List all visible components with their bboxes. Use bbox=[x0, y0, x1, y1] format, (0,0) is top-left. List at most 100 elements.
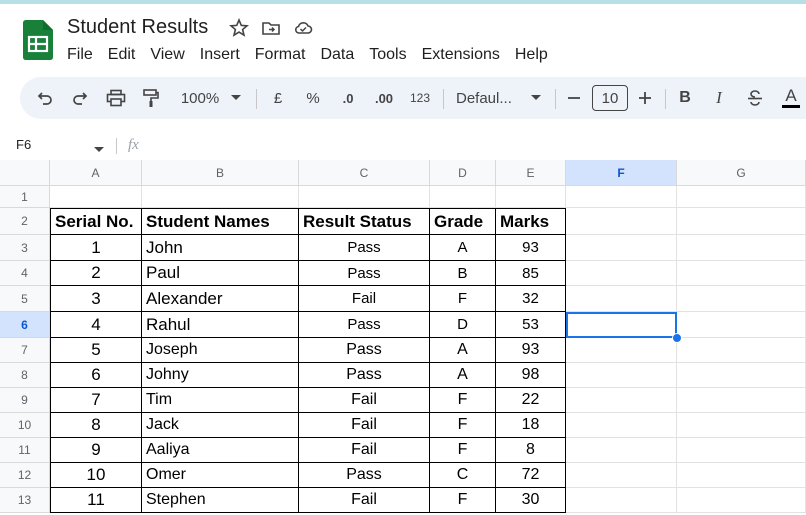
decrease-font-size-button[interactable] bbox=[565, 77, 583, 119]
table-cell[interactable]: F bbox=[430, 488, 496, 513]
table-cell[interactable]: 9 bbox=[50, 438, 142, 463]
move-folder-icon[interactable] bbox=[261, 18, 281, 38]
cell[interactable] bbox=[677, 235, 806, 261]
column-header-a[interactable]: A bbox=[50, 160, 142, 186]
cell[interactable] bbox=[566, 413, 677, 438]
column-header-c[interactable]: C bbox=[299, 160, 430, 186]
formula-input[interactable] bbox=[160, 134, 800, 156]
menu-file[interactable]: File bbox=[67, 46, 93, 64]
table-cell[interactable]: Pass bbox=[299, 463, 430, 488]
menu-format[interactable]: Format bbox=[255, 46, 306, 64]
cell[interactable] bbox=[677, 363, 806, 388]
cell[interactable] bbox=[566, 388, 677, 413]
print-icon[interactable] bbox=[104, 77, 128, 119]
menu-data[interactable]: Data bbox=[320, 46, 354, 64]
table-cell[interactable]: 30 bbox=[496, 488, 566, 513]
table-cell[interactable]: Stephen bbox=[142, 488, 299, 513]
column-header-g[interactable]: G bbox=[677, 160, 806, 186]
cell[interactable] bbox=[677, 413, 806, 438]
table-cell[interactable]: Pass bbox=[299, 312, 430, 338]
decrease-decimal-button[interactable]: .0 bbox=[335, 77, 361, 119]
table-header-cell[interactable]: Result Status bbox=[299, 208, 430, 235]
italic-button[interactable]: I bbox=[710, 77, 728, 119]
select-all-corner[interactable] bbox=[0, 160, 50, 186]
cell[interactable] bbox=[566, 338, 677, 363]
cell[interactable] bbox=[50, 186, 142, 208]
cell[interactable] bbox=[677, 338, 806, 363]
number-format-button[interactable]: 123 bbox=[407, 77, 433, 119]
table-cell[interactable]: 32 bbox=[496, 286, 566, 312]
cloud-status-icon[interactable] bbox=[293, 18, 313, 38]
cell[interactable] bbox=[566, 488, 677, 513]
table-cell[interactable]: 1 bbox=[50, 235, 142, 261]
cell[interactable] bbox=[566, 463, 677, 488]
table-cell[interactable]: A bbox=[430, 363, 496, 388]
menu-tools[interactable]: Tools bbox=[369, 46, 406, 64]
cell[interactable] bbox=[677, 208, 806, 235]
column-header-d[interactable]: D bbox=[430, 160, 496, 186]
table-cell[interactable]: F bbox=[430, 438, 496, 463]
table-cell[interactable]: 72 bbox=[496, 463, 566, 488]
table-cell[interactable]: 98 bbox=[496, 363, 566, 388]
currency-format-button[interactable]: £ bbox=[269, 77, 287, 119]
row-header-6[interactable]: 6 bbox=[0, 312, 50, 338]
cell[interactable] bbox=[677, 388, 806, 413]
table-cell[interactable]: F bbox=[430, 286, 496, 312]
cell[interactable] bbox=[496, 186, 566, 208]
percent-format-button[interactable]: % bbox=[302, 77, 324, 119]
row-header-8[interactable]: 8 bbox=[0, 363, 50, 388]
cell[interactable] bbox=[677, 438, 806, 463]
table-cell[interactable]: 5 bbox=[50, 338, 142, 363]
menu-view[interactable]: View bbox=[150, 46, 184, 64]
bold-button[interactable]: B bbox=[676, 77, 694, 119]
cell[interactable] bbox=[566, 286, 677, 312]
column-header-e[interactable]: E bbox=[496, 160, 566, 186]
menu-insert[interactable]: Insert bbox=[200, 46, 240, 64]
table-cell[interactable]: 8 bbox=[496, 438, 566, 463]
cell[interactable] bbox=[677, 488, 806, 513]
table-cell[interactable]: 2 bbox=[50, 261, 142, 286]
column-header-b[interactable]: B bbox=[142, 160, 299, 186]
row-header-7[interactable]: 7 bbox=[0, 338, 50, 363]
table-cell[interactable]: B bbox=[430, 261, 496, 286]
table-header-cell[interactable]: Grade bbox=[430, 208, 496, 235]
table-cell[interactable]: Pass bbox=[299, 338, 430, 363]
row-header-5[interactable]: 5 bbox=[0, 286, 50, 312]
sheets-logo-icon[interactable] bbox=[23, 20, 53, 60]
table-cell[interactable]: F bbox=[430, 413, 496, 438]
table-cell[interactable]: Omer bbox=[142, 463, 299, 488]
text-color-button[interactable]: A bbox=[780, 77, 802, 119]
cell[interactable] bbox=[299, 186, 430, 208]
table-header-cell[interactable]: Serial No. bbox=[50, 208, 142, 235]
cell[interactable] bbox=[677, 186, 806, 208]
table-cell[interactable]: Fail bbox=[299, 413, 430, 438]
menu-help[interactable]: Help bbox=[515, 46, 548, 64]
table-cell[interactable]: Aaliya bbox=[142, 438, 299, 463]
cell[interactable] bbox=[566, 438, 677, 463]
table-cell[interactable]: F bbox=[430, 388, 496, 413]
table-cell[interactable]: Johny bbox=[142, 363, 299, 388]
table-cell[interactable]: Joseph bbox=[142, 338, 299, 363]
table-cell[interactable]: Alexander bbox=[142, 286, 299, 312]
table-cell[interactable]: Paul bbox=[142, 261, 299, 286]
cell[interactable] bbox=[430, 186, 496, 208]
table-cell[interactable]: A bbox=[430, 338, 496, 363]
table-cell[interactable]: 93 bbox=[496, 338, 566, 363]
chevron-down-icon[interactable] bbox=[228, 77, 244, 119]
fill-handle[interactable] bbox=[672, 333, 682, 343]
table-cell[interactable]: 8 bbox=[50, 413, 142, 438]
table-cell[interactable]: Pass bbox=[299, 363, 430, 388]
paint-format-icon[interactable] bbox=[140, 77, 162, 119]
menu-extensions[interactable]: Extensions bbox=[422, 46, 500, 64]
row-header-13[interactable]: 13 bbox=[0, 488, 50, 513]
table-cell[interactable]: Tim bbox=[142, 388, 299, 413]
strikethrough-icon[interactable] bbox=[744, 77, 766, 119]
font-size-input[interactable]: 10 bbox=[592, 85, 628, 111]
table-cell[interactable]: 3 bbox=[50, 286, 142, 312]
document-title[interactable]: Student Results bbox=[67, 16, 208, 39]
table-cell[interactable]: 93 bbox=[496, 235, 566, 261]
row-header-4[interactable]: 4 bbox=[0, 261, 50, 286]
row-header-9[interactable]: 9 bbox=[0, 388, 50, 413]
table-cell[interactable]: 6 bbox=[50, 363, 142, 388]
cell[interactable] bbox=[677, 286, 806, 312]
